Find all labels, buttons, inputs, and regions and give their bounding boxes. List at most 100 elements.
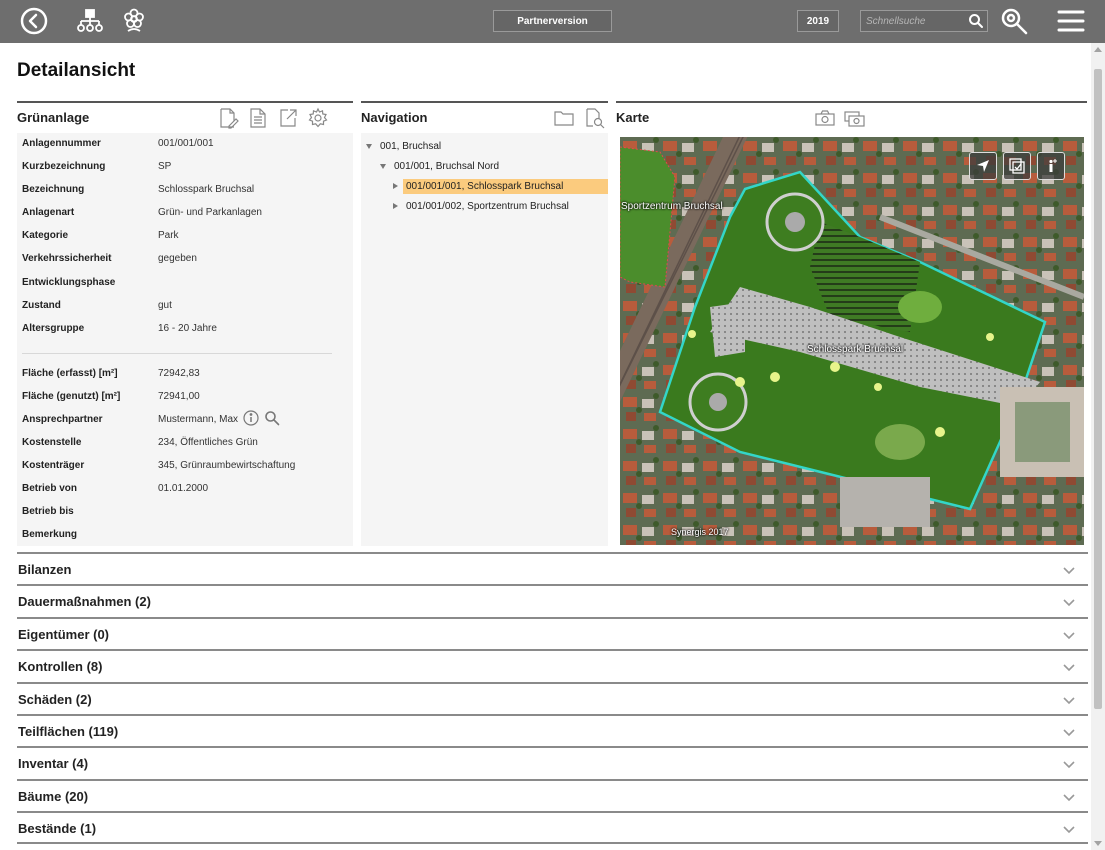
advanced-search-icon[interactable] xyxy=(999,6,1029,36)
section-label[interactable]: Kontrollen (8) xyxy=(18,659,103,674)
field-value: SP xyxy=(158,160,172,172)
search-icon[interactable] xyxy=(264,410,280,429)
map-copyright: Synergis 2017 xyxy=(671,527,729,537)
scroll-thumb[interactable] xyxy=(1094,69,1102,709)
field-label: Entwicklungsphase xyxy=(22,276,116,288)
chevron-down-icon[interactable] xyxy=(1062,822,1076,840)
field-label: Bemerkung xyxy=(22,528,78,540)
field-label: Kostenstelle xyxy=(22,436,82,448)
camera-icon[interactable] xyxy=(814,109,836,132)
field-value: 72941,00 xyxy=(158,390,200,402)
page-scrollbar[interactable] xyxy=(1091,43,1105,850)
expand-caret-icon[interactable] xyxy=(380,163,386,169)
section-eigentuemer[interactable]: Eigentümer (0) xyxy=(17,616,1088,650)
search-document-icon[interactable] xyxy=(583,107,605,134)
navigation-header: Navigation xyxy=(361,101,608,132)
section-teilflaechen[interactable]: Teilflächen (119) xyxy=(17,713,1088,747)
map-view[interactable]: Sportzentrum Bruchsal Schlosspark Bruchs… xyxy=(620,137,1084,545)
document-icon[interactable] xyxy=(247,107,269,134)
field-label: Kurzbezeichnung xyxy=(22,160,106,172)
field-value: 16 - 20 Jahre xyxy=(158,322,217,334)
year-selector[interactable]: 2019 xyxy=(797,10,839,32)
tree-node-bruchsal-nord[interactable]: 001/001, Bruchsal Nord xyxy=(380,156,502,176)
chevron-down-icon[interactable] xyxy=(1062,563,1076,581)
chevron-down-icon[interactable] xyxy=(1062,790,1076,808)
scroll-down-arrow[interactable] xyxy=(1094,841,1102,846)
section-inventar[interactable]: Inventar (4) xyxy=(17,746,1088,779)
settings-icon[interactable] xyxy=(307,107,329,134)
expand-caret-icon[interactable] xyxy=(366,143,372,149)
tree-node-label[interactable]: 001, Bruchsal xyxy=(377,139,444,154)
section-schaeden[interactable]: Schäden (2) xyxy=(17,681,1088,714)
chevron-down-icon[interactable] xyxy=(1062,757,1076,775)
folder-icon[interactable] xyxy=(553,107,575,134)
page-title: Detailansicht xyxy=(17,60,136,81)
chevron-down-icon[interactable] xyxy=(1062,628,1076,646)
quick-search-input[interactable] xyxy=(866,13,966,29)
search-icon[interactable] xyxy=(968,13,984,34)
field-value: Schlosspark Bruchsal xyxy=(158,183,255,195)
section-dauermassnahmen[interactable]: Dauermaßnahmen (2) xyxy=(17,584,1088,617)
field-value: 345, Grünraumbewirtschaftung xyxy=(158,459,296,471)
hierarchy-icon[interactable] xyxy=(76,6,104,36)
field-label: Fläche (genutzt) [m²] xyxy=(22,390,121,402)
field-label: Betrieb von xyxy=(22,482,78,494)
navigation-title: Navigation xyxy=(361,110,428,125)
camera-multi-icon[interactable] xyxy=(844,109,866,132)
section-kontrollen[interactable]: Kontrollen (8) xyxy=(17,649,1088,682)
field-label: Kostenträger xyxy=(22,459,85,471)
field-label: Altersgruppe xyxy=(22,322,85,334)
field-value: 72942,83 xyxy=(158,367,200,379)
field-label: Anlagenart xyxy=(22,206,75,218)
info-icon[interactable] xyxy=(1037,152,1065,180)
tree-node-label[interactable]: 001/001/001, Schlosspark Bruchsal xyxy=(403,178,608,194)
field-label: Kategorie xyxy=(22,229,69,241)
section-label[interactable]: Bäume (20) xyxy=(18,789,88,804)
edit-document-icon[interactable] xyxy=(217,107,239,134)
chevron-down-icon[interactable] xyxy=(1062,660,1076,678)
field-label: Bezeichnung xyxy=(22,183,85,195)
field-value: Grün- und Parkanlagen xyxy=(158,206,262,218)
tree-node-label[interactable]: 001/001, Bruchsal Nord xyxy=(391,159,502,174)
karte-title: Karte xyxy=(616,110,650,125)
section-label[interactable]: Inventar (4) xyxy=(18,756,88,771)
section-label[interactable]: Eigentümer (0) xyxy=(18,627,109,642)
field-value: Park xyxy=(158,229,179,241)
section-baeume[interactable]: Bäume (20) xyxy=(17,778,1088,812)
map-label-sportzentrum: Sportzentrum Bruchsal xyxy=(621,201,723,212)
export-icon[interactable] xyxy=(277,107,299,134)
field-divider xyxy=(22,353,332,354)
section-bilanzen[interactable]: Bilanzen xyxy=(17,552,1088,585)
menu-icon[interactable] xyxy=(1056,6,1086,36)
edit-area-icon[interactable] xyxy=(1003,152,1031,180)
field-label: Verkehrssicherheit xyxy=(22,252,112,264)
section-label[interactable]: Teilflächen (119) xyxy=(18,724,118,739)
collapse-caret-icon[interactable] xyxy=(393,203,398,209)
scroll-up-arrow[interactable] xyxy=(1094,47,1102,52)
info-icon[interactable] xyxy=(243,409,259,429)
back-icon[interactable] xyxy=(19,6,49,36)
locate-icon[interactable] xyxy=(969,152,997,180)
collapse-caret-icon[interactable] xyxy=(393,183,398,189)
aerial-map-image xyxy=(620,137,1084,545)
chevron-down-icon[interactable] xyxy=(1062,725,1076,743)
sections-accordion: Bilanzen Dauermaßnahmen (2) Eigentümer (… xyxy=(17,552,1088,844)
section-label[interactable]: Schäden (2) xyxy=(18,692,92,707)
field-value: 01.01.2000 xyxy=(158,482,209,494)
tree-node-schlosspark[interactable]: 001/001/001, Schlosspark Bruchsal xyxy=(393,176,608,196)
tree-node-label[interactable]: 001/001/002, Sportzentrum Bruchsal xyxy=(403,199,572,214)
tree-node-sportzentrum[interactable]: 001/001/002, Sportzentrum Bruchsal xyxy=(393,196,572,216)
section-label[interactable]: Bestände (1) xyxy=(18,821,96,836)
section-label[interactable]: Bilanzen xyxy=(18,562,71,577)
section-label[interactable]: Dauermaßnahmen (2) xyxy=(18,594,151,609)
section-bestaende[interactable]: Bestände (1) xyxy=(17,811,1088,844)
field-label: Fläche (erfasst) [m²] xyxy=(22,367,118,379)
field-value: Mustermann, Max xyxy=(158,409,280,429)
chevron-down-icon[interactable] xyxy=(1062,595,1076,613)
flower-icon[interactable] xyxy=(120,6,148,36)
gruenanlage-header: Grünanlage xyxy=(17,101,353,132)
field-value: gut xyxy=(158,299,172,311)
partner-version-button[interactable]: Partnerversion xyxy=(493,10,612,32)
chevron-down-icon[interactable] xyxy=(1062,693,1076,711)
tree-node-bruchsal[interactable]: 001, Bruchsal xyxy=(366,136,444,156)
